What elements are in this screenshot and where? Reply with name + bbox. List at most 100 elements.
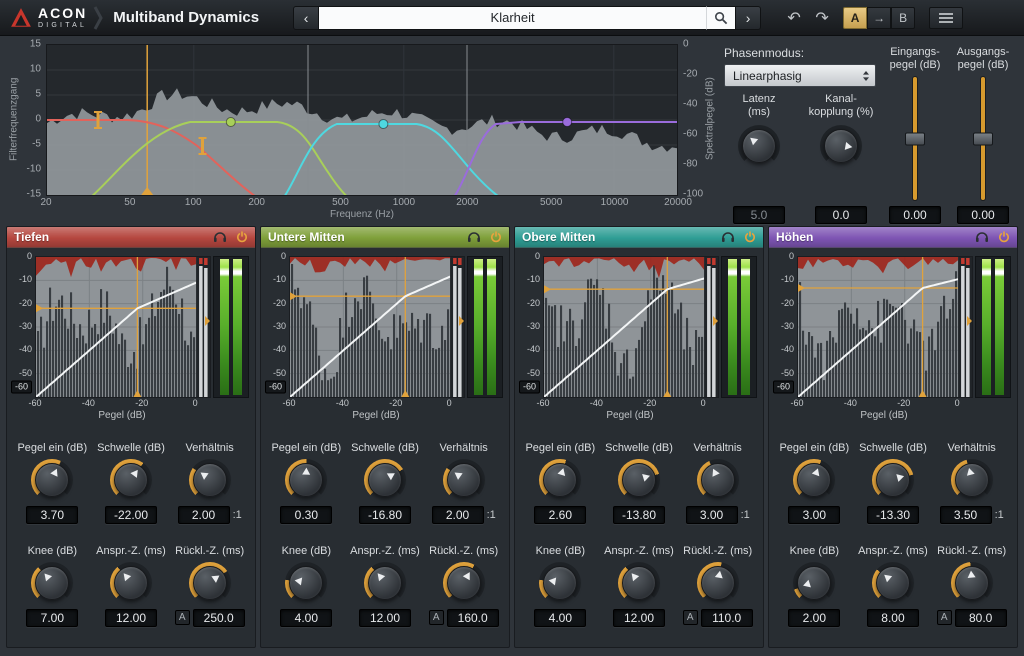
attack-value[interactable]: 12.00 xyxy=(359,609,411,627)
acon-logo-mark-icon xyxy=(10,7,32,29)
input-gain-value[interactable]: 3.70 xyxy=(26,506,78,524)
attack-knob[interactable] xyxy=(872,562,914,604)
input-gain-knob[interactable] xyxy=(793,459,835,501)
band-header[interactable]: Obere Mitten xyxy=(515,227,763,248)
input-gain-knob[interactable] xyxy=(539,459,581,501)
undo-button[interactable]: ↶ xyxy=(783,7,805,29)
ratio-value[interactable]: 3.00 xyxy=(686,506,738,524)
band-xticks: -60-40-200 xyxy=(543,398,717,410)
release-knob[interactable] xyxy=(951,562,993,604)
band-yticks: -60 0-10-20-30-40-50 xyxy=(13,256,35,396)
knee-value[interactable]: 4.00 xyxy=(534,609,586,627)
threshold-knob[interactable] xyxy=(364,459,406,501)
band-output-meter xyxy=(975,256,1011,398)
latency-value[interactable]: 5.0 xyxy=(733,206,785,224)
input-gain-value[interactable]: 0.30 xyxy=(280,506,332,524)
ratio-value[interactable]: 3.50 xyxy=(940,506,992,524)
power-icon[interactable] xyxy=(490,231,502,243)
band-header[interactable]: Höhen xyxy=(769,227,1017,248)
power-icon[interactable] xyxy=(236,231,248,243)
ab-b-button[interactable]: B xyxy=(891,7,915,29)
band-header[interactable]: Untere Mitten xyxy=(261,227,509,248)
knee-value[interactable]: 2.00 xyxy=(788,609,840,627)
preset-next-button[interactable]: › xyxy=(735,6,761,30)
ratio-knob[interactable] xyxy=(951,459,993,501)
attack-knob[interactable] xyxy=(618,562,660,604)
band-output-meter xyxy=(467,256,503,398)
redo-button[interactable]: ↷ xyxy=(811,7,833,29)
band-range-button[interactable]: -60 xyxy=(265,381,286,394)
attack-value[interactable]: 12.00 xyxy=(613,609,665,627)
knob-label: Knee (dB) xyxy=(28,545,78,557)
headphones-solo-icon[interactable] xyxy=(213,231,227,243)
ab-copy-button[interactable]: → xyxy=(867,7,891,29)
band-range-button[interactable]: -60 xyxy=(773,381,794,394)
band-plot[interactable] xyxy=(543,256,719,398)
input-gain-value[interactable]: 0.00 xyxy=(889,206,941,224)
attack-value[interactable]: 12.00 xyxy=(105,609,157,627)
threshold-knob[interactable] xyxy=(110,459,152,501)
threshold-value[interactable]: -13.30 xyxy=(867,506,919,524)
knee-knob[interactable] xyxy=(539,562,581,604)
release-value[interactable]: 110.0 xyxy=(701,609,753,627)
auto-release-button[interactable]: A xyxy=(175,610,190,625)
band-plot[interactable] xyxy=(289,256,465,398)
headphones-solo-icon[interactable] xyxy=(975,231,989,243)
ratio-knob[interactable] xyxy=(697,459,739,501)
release-knob[interactable] xyxy=(697,562,739,604)
channel-coupling-knob[interactable] xyxy=(820,125,862,167)
attack-knob[interactable] xyxy=(364,562,406,604)
preset-prev-button[interactable]: ‹ xyxy=(293,6,319,30)
power-icon[interactable] xyxy=(998,231,1010,243)
input-gain-value[interactable]: 2.60 xyxy=(534,506,586,524)
release-knob[interactable] xyxy=(189,562,231,604)
power-icon[interactable] xyxy=(744,231,756,243)
input-gain-value[interactable]: 3.00 xyxy=(788,506,840,524)
knee-knob[interactable] xyxy=(31,562,73,604)
phase-mode-select[interactable]: Linearphasig xyxy=(724,64,876,87)
release-knob[interactable] xyxy=(443,562,485,604)
headphones-solo-icon[interactable] xyxy=(467,231,481,243)
threshold-knob[interactable] xyxy=(618,459,660,501)
knee-knob[interactable] xyxy=(285,562,327,604)
ab-a-button[interactable]: A xyxy=(843,7,867,29)
band-range-button[interactable]: -60 xyxy=(11,381,32,394)
band-plot[interactable] xyxy=(35,256,211,398)
knee-value[interactable]: 4.00 xyxy=(280,609,332,627)
attack-knob[interactable] xyxy=(110,562,152,604)
output-gain-value[interactable]: 0.00 xyxy=(957,206,1009,224)
release-value[interactable]: 160.0 xyxy=(447,609,499,627)
band-range-button[interactable]: -60 xyxy=(519,381,540,394)
knee-knob[interactable] xyxy=(793,562,835,604)
release-value[interactable]: 250.0 xyxy=(193,609,245,627)
threshold-value[interactable]: -22.00 xyxy=(105,506,157,524)
auto-release-button[interactable]: A xyxy=(683,610,698,625)
output-gain-slider[interactable] xyxy=(973,77,993,200)
auto-release-button[interactable]: A xyxy=(429,610,444,625)
band-plot[interactable] xyxy=(797,256,973,398)
attack-value[interactable]: 8.00 xyxy=(867,609,919,627)
preset-search-button[interactable] xyxy=(706,6,735,30)
knee-value[interactable]: 7.00 xyxy=(26,609,78,627)
crossover-yticks-right: 0-20-40-60-80-100 xyxy=(680,44,702,194)
ratio-value[interactable]: 2.00 xyxy=(432,506,484,524)
crossover-plot[interactable] xyxy=(46,44,678,196)
preset-menu-button[interactable] xyxy=(929,7,963,29)
band-header[interactable]: Tiefen xyxy=(7,227,255,248)
latency-knob[interactable] xyxy=(738,125,780,167)
preset-name-field[interactable]: Klarheit xyxy=(319,6,706,30)
headphones-solo-icon[interactable] xyxy=(721,231,735,243)
threshold-value[interactable]: -13.80 xyxy=(613,506,665,524)
threshold-value[interactable]: -16.80 xyxy=(359,506,411,524)
release-value[interactable]: 80.0 xyxy=(955,609,1007,627)
input-gain-slider[interactable] xyxy=(905,77,925,200)
ratio-knob[interactable] xyxy=(443,459,485,501)
upper-section: Filterfrequenzgang 151050-5-10-15 205010… xyxy=(0,36,1024,224)
input-gain-knob[interactable] xyxy=(31,459,73,501)
input-gain-knob[interactable] xyxy=(285,459,327,501)
auto-release-button[interactable]: A xyxy=(937,610,952,625)
channel-coupling-value[interactable]: 0.0 xyxy=(815,206,867,224)
ratio-knob[interactable] xyxy=(189,459,231,501)
ratio-value[interactable]: 2.00 xyxy=(178,506,230,524)
threshold-knob[interactable] xyxy=(872,459,914,501)
